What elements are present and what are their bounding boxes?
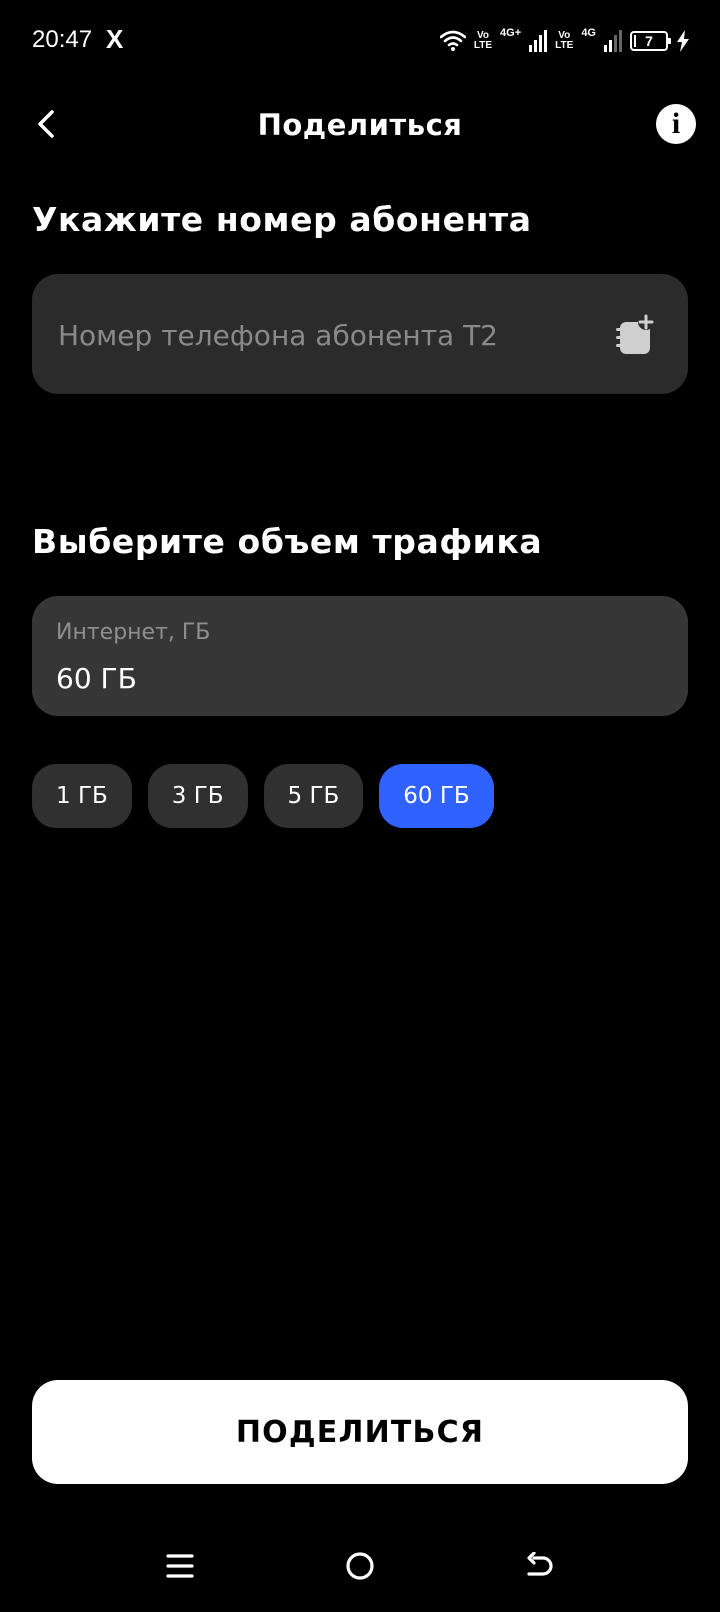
subscriber-heading: Укажите номер абонента bbox=[32, 200, 532, 239]
traffic-field-value: 60 ГБ bbox=[56, 662, 137, 695]
network-type-4g: 4G bbox=[581, 27, 596, 39]
signal-strength-icon bbox=[529, 30, 548, 52]
traffic-amount-field[interactable]: Интернет, ГБ 60 ГБ bbox=[32, 596, 688, 716]
menu-icon bbox=[166, 1554, 194, 1578]
traffic-option-60gb[interactable]: 60 ГБ bbox=[379, 764, 494, 828]
battery-icon: 7 bbox=[630, 31, 671, 51]
x-app-notification-icon: X bbox=[106, 24, 124, 54]
home-icon bbox=[346, 1552, 374, 1580]
contact-picker-button[interactable] bbox=[616, 314, 656, 356]
status-time: 20:47 bbox=[32, 26, 93, 53]
signal-strength-icon-2 bbox=[604, 30, 622, 52]
phone-field[interactable] bbox=[32, 274, 688, 396]
header: Поделиться i bbox=[0, 90, 720, 160]
system-nav-bar bbox=[0, 1530, 720, 1600]
home-button[interactable] bbox=[338, 1546, 382, 1586]
status-bar: 20:47 X Vo LTE 4G+ Vo LTE 4G 7 bbox=[0, 0, 720, 80]
share-button[interactable]: ПОДЕЛИТЬСЯ bbox=[32, 1380, 688, 1484]
battery-level: 7 bbox=[645, 33, 653, 49]
add-contact-icon bbox=[616, 314, 654, 354]
traffic-option-5gb[interactable]: 5 ГБ bbox=[263, 764, 364, 828]
volte-icon-2: Vo LTE bbox=[555, 30, 574, 51]
system-back-button[interactable] bbox=[518, 1546, 562, 1586]
traffic-field-label: Интернет, ГБ bbox=[56, 620, 211, 645]
traffic-option-1gb[interactable]: 1 ГБ bbox=[32, 764, 132, 828]
network-type-4g-plus: 4G+ bbox=[500, 27, 522, 39]
status-icons: Vo LTE 4G+ Vo LTE 4G 7 bbox=[439, 27, 690, 54]
back-arrow-icon bbox=[527, 1552, 553, 1576]
charging-icon bbox=[677, 30, 689, 52]
traffic-option-3gb[interactable]: 3 ГБ bbox=[147, 764, 248, 828]
recent-apps-button[interactable] bbox=[158, 1546, 202, 1586]
battery-fill bbox=[634, 35, 636, 47]
traffic-heading: Выберите объем трафика bbox=[32, 522, 543, 561]
info-icon: i bbox=[671, 107, 681, 140]
volte-icon: Vo LTE bbox=[473, 30, 493, 51]
page-title: Поделиться bbox=[257, 108, 463, 142]
traffic-options: 1 ГБ 3 ГБ 5 ГБ 60 ГБ bbox=[32, 764, 494, 828]
info-button[interactable]: i bbox=[656, 104, 696, 144]
phone-input[interactable] bbox=[56, 274, 620, 396]
wifi-icon bbox=[439, 30, 466, 51]
